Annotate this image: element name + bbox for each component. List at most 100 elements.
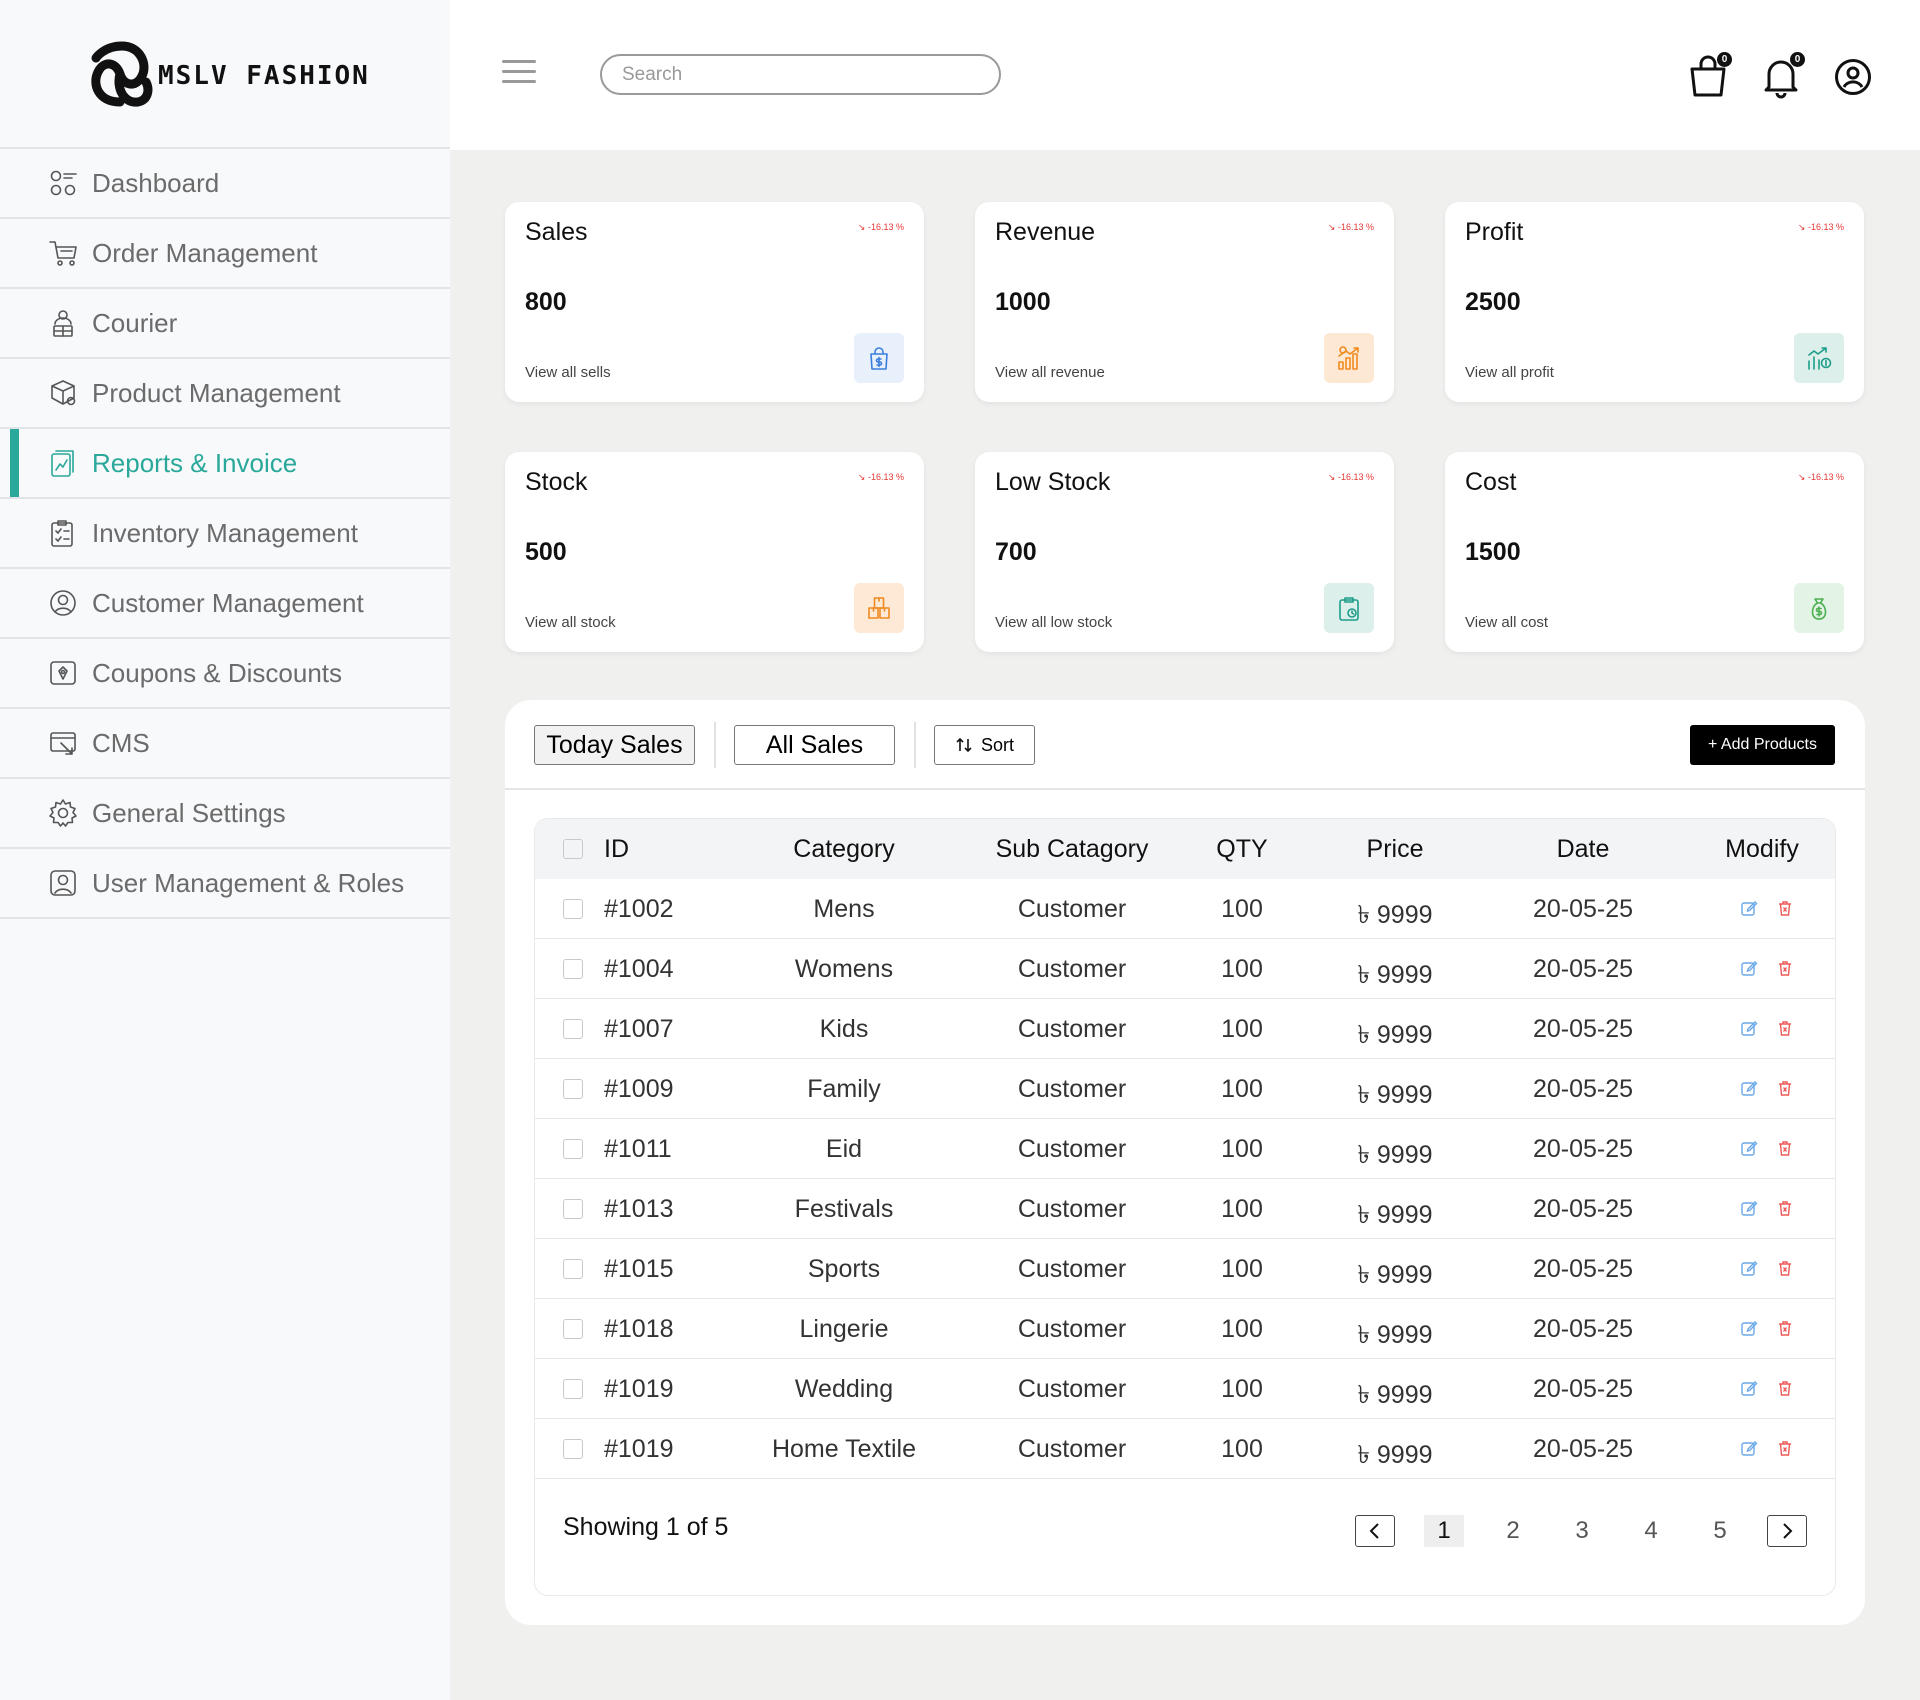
stat-card-link[interactable]: View all profit <box>1465 364 1554 381</box>
toolbar-divider <box>914 722 916 768</box>
row-checkbox[interactable] <box>563 1019 583 1039</box>
brand-logo[interactable]: MSLV FASHION <box>0 0 450 149</box>
sidebar-item-reports-invoice[interactable]: Reports & Invoice <box>0 429 450 499</box>
cell-sub: Customer <box>1017 1255 1127 1283</box>
product-box-icon <box>51 380 76 406</box>
cell-sub: Customer <box>1017 1135 1127 1163</box>
pagination-page-4[interactable]: 4 <box>1631 1515 1671 1547</box>
cell-category: Kids <box>819 1015 869 1043</box>
pagination-next-button[interactable] <box>1767 1515 1807 1547</box>
pagination-page-1[interactable]: 1 <box>1424 1515 1464 1547</box>
sidebar-item-coupons-discounts[interactable]: Coupons & Discounts <box>0 639 450 709</box>
pagination-page-5[interactable]: 5 <box>1700 1515 1740 1547</box>
row-checkbox[interactable] <box>563 1259 583 1279</box>
select-all-checkbox[interactable] <box>563 839 583 859</box>
sidebar-item-general-settings[interactable]: General Settings <box>0 779 450 849</box>
delete-icon[interactable] <box>1776 1379 1794 1397</box>
toolbar-divider <box>714 722 716 768</box>
add-products-button[interactable]: + Add Products <box>1690 725 1835 765</box>
edit-icon[interactable] <box>1740 1259 1758 1277</box>
pagination-page-2[interactable]: 2 <box>1493 1515 1533 1547</box>
cell-qty: 100 <box>1221 895 1263 923</box>
table-row: #1019 Home Textile Customer 100 ৳ 9999 20-05-… <box>535 1419 1835 1479</box>
sidebar-item-cms[interactable]: CMS <box>0 709 450 779</box>
column-header-date: Date <box>1556 835 1610 863</box>
stat-card-value: 1000 <box>995 288 1051 316</box>
stat-card-icon-box <box>1794 583 1844 633</box>
cart-button[interactable]: 0 <box>1688 52 1732 99</box>
delete-icon[interactable] <box>1776 1319 1794 1337</box>
sidebar-item-user-management-roles[interactable]: User Management & Roles <box>0 849 450 919</box>
table-row: #1004 Womens Customer 100 ৳ 9999 20-05-25 <box>535 939 1835 999</box>
sidebar-item-order-management[interactable]: Order Management <box>0 219 450 289</box>
stat-card-title: Sales <box>525 218 588 246</box>
pagination-page-3[interactable]: 3 <box>1562 1515 1602 1547</box>
cell-id: #1019 <box>604 1435 674 1463</box>
cell-price: ৳ 9999 <box>1357 961 1433 989</box>
pagination-prev-button[interactable] <box>1355 1515 1395 1547</box>
today-sales-tab[interactable]: Today Sales <box>534 725 695 765</box>
row-checkbox[interactable] <box>563 1199 583 1219</box>
delete-icon[interactable] <box>1776 959 1794 977</box>
cell-sub: Customer <box>1017 895 1127 923</box>
delete-icon[interactable] <box>1776 1019 1794 1037</box>
stat-card-link[interactable]: View all revenue <box>995 364 1105 381</box>
sidebar-item-customer-management[interactable]: Customer Management <box>0 569 450 639</box>
edit-icon[interactable] <box>1740 1199 1758 1217</box>
hamburger-menu-icon[interactable] <box>502 60 536 86</box>
row-checkbox[interactable] <box>563 899 583 919</box>
sidebar-item-inventory-management[interactable]: Inventory Management <box>0 499 450 569</box>
stat-card-link[interactable]: View all cost <box>1465 614 1548 631</box>
clipboard-icon <box>1339 597 1359 621</box>
cell-category: Eid <box>825 1135 863 1163</box>
delete-icon[interactable] <box>1776 1199 1794 1217</box>
edit-icon[interactable] <box>1740 1019 1758 1037</box>
edit-icon[interactable] <box>1740 1139 1758 1157</box>
edit-icon[interactable] <box>1740 1079 1758 1097</box>
cell-qty: 100 <box>1221 1255 1263 1283</box>
delete-icon[interactable] <box>1776 899 1794 917</box>
sort-arrows-icon <box>956 737 972 753</box>
stat-card-value: 700 <box>995 538 1037 566</box>
edit-icon[interactable] <box>1740 959 1758 977</box>
column-header-category: Category <box>793 835 895 863</box>
edit-icon[interactable] <box>1740 899 1758 917</box>
stat-card-value: 2500 <box>1465 288 1521 316</box>
row-checkbox[interactable] <box>563 959 583 979</box>
cell-price: ৳ 9999 <box>1357 1141 1433 1169</box>
stat-card-icon-box <box>854 333 904 383</box>
delete-icon[interactable] <box>1776 1139 1794 1157</box>
notification-button[interactable]: 0 <box>1761 52 1805 99</box>
cell-sub: Customer <box>1017 1075 1127 1103</box>
profile-button[interactable] <box>1834 58 1874 102</box>
delete-icon[interactable] <box>1776 1079 1794 1097</box>
search-input[interactable] <box>600 54 1001 95</box>
cell-category: Lingerie <box>799 1315 889 1343</box>
column-header-id: ID <box>604 835 629 863</box>
all-sales-tab[interactable]: All Sales <box>734 725 895 765</box>
sales-toolbar: Today Sales All Sales Sort + Add Product… <box>505 700 1865 790</box>
row-checkbox[interactable] <box>563 1379 583 1399</box>
row-checkbox[interactable] <box>563 1079 583 1099</box>
cell-price: ৳ 9999 <box>1357 901 1433 929</box>
cell-sub: Customer <box>1017 1435 1127 1463</box>
row-checkbox[interactable] <box>563 1439 583 1459</box>
row-checkbox[interactable] <box>563 1319 583 1339</box>
stat-card-link[interactable]: View all low stock <box>995 614 1112 631</box>
delete-icon[interactable] <box>1776 1259 1794 1277</box>
edit-icon[interactable] <box>1740 1379 1758 1397</box>
stat-change-badge: ↘ -16.13 % <box>857 472 904 482</box>
sidebar-item-dashboard[interactable]: Dashboard <box>0 149 450 219</box>
sidebar-item-product-management[interactable]: Product Management <box>0 359 450 429</box>
cell-date: 20-05-25 <box>1532 1375 1634 1403</box>
stat-card-link[interactable]: View all stock <box>525 614 616 631</box>
edit-icon[interactable] <box>1740 1439 1758 1457</box>
edit-icon[interactable] <box>1740 1319 1758 1337</box>
table-row: #1007 Kids Customer 100 ৳ 9999 20-05-25 <box>535 999 1835 1059</box>
delete-icon[interactable] <box>1776 1439 1794 1457</box>
sidebar-item-courier[interactable]: Courier <box>0 289 450 359</box>
row-checkbox[interactable] <box>563 1139 583 1159</box>
cell-qty: 100 <box>1221 1315 1263 1343</box>
sort-button[interactable]: Sort <box>934 725 1035 765</box>
stat-card-link[interactable]: View all sells <box>525 364 611 381</box>
